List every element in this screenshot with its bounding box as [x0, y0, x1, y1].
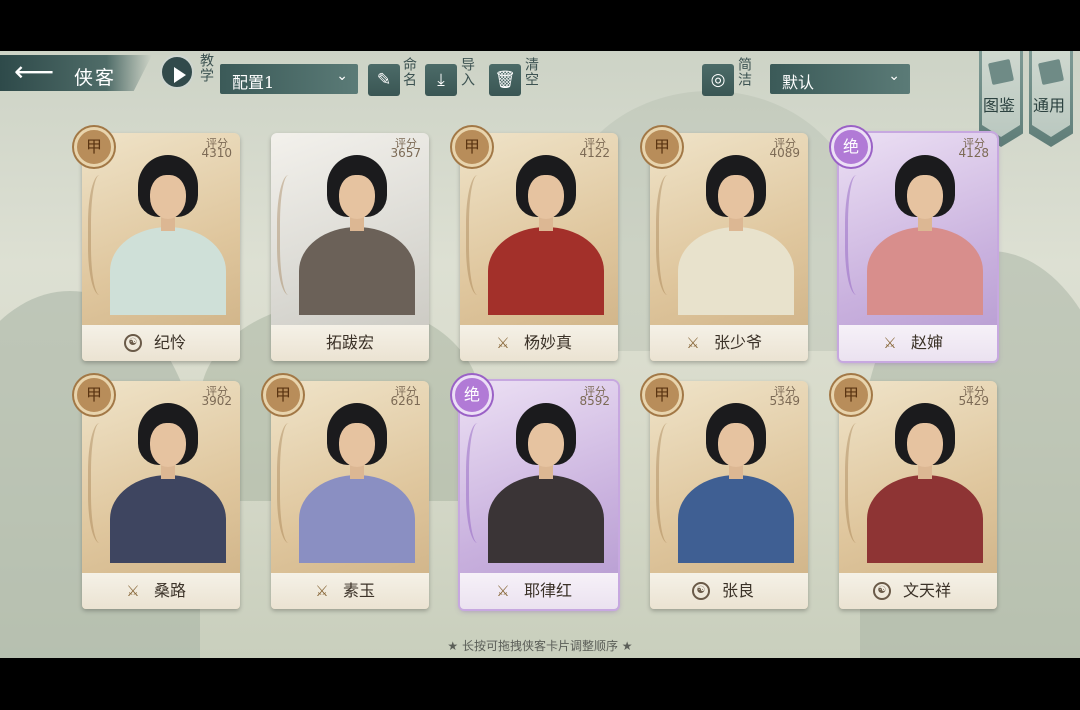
sort-select[interactable]: 默认 ⌄: [770, 64, 910, 94]
score-value: 5429: [958, 394, 989, 408]
rank-badge: 绝: [831, 127, 871, 167]
rank-badge: 绝: [452, 375, 492, 415]
rank-badge: 甲: [452, 127, 492, 167]
hero-portrait: [297, 147, 417, 315]
hero-card[interactable]: 评分 4089 甲 ⚔ 张少爷: [642, 127, 808, 361]
config-select[interactable]: 配置1 ⌄: [220, 64, 358, 94]
score-value: 4089: [769, 146, 800, 160]
score-value: 4128: [958, 146, 989, 160]
import-label: 导入: [459, 57, 475, 87]
brush-icon: ✎: [376, 70, 392, 90]
game-screen: ⟵ 侠客 教学 配置1 ⌄ ✎ 命名 ⤓ 导入 🗑 清空 ◎ 简洁 默认 ⌄ 图…: [0, 51, 1080, 658]
score-value: 3657: [390, 146, 421, 160]
scroll-icon: [1037, 58, 1065, 86]
rank-badge: 甲: [642, 375, 682, 415]
rename-label: 命名: [401, 57, 417, 87]
general-tab[interactable]: 通用: [1029, 51, 1073, 147]
hero-card[interactable]: 评分 6261 甲 ⚔ 素玉: [263, 375, 429, 609]
rank-badge: 甲: [74, 375, 114, 415]
play-icon: [160, 55, 194, 89]
clear-button[interactable]: 🗑: [489, 64, 521, 96]
score-value: 8592: [579, 394, 610, 408]
chevron-down-icon: ⌄: [888, 68, 900, 84]
tutorial-label: 教学: [198, 53, 214, 83]
hero-card[interactable]: 评分 3657 拓跋宏: [271, 133, 429, 361]
rank-badge: 甲: [263, 375, 303, 415]
hero-portrait: [676, 395, 796, 563]
config-select-value: 配置1: [232, 73, 275, 92]
hero-name: 素玉: [342, 581, 375, 600]
hero-portrait: [865, 147, 985, 315]
back-button[interactable]: ⟵ 侠客: [0, 55, 152, 91]
rank-badge: 甲: [831, 375, 871, 415]
simple-mode-button[interactable]: ◎: [702, 64, 734, 96]
footer-hint: ★ 长按可拖拽侠客卡片调整顺序 ★: [447, 639, 633, 653]
hero-card[interactable]: 评分 4310 甲 ☯ 纪怜: [74, 127, 240, 361]
hero-portrait: [486, 395, 606, 563]
rank-badge: 甲: [74, 127, 114, 167]
hero-card[interactable]: 评分 5349 甲 ☯ 张良: [642, 375, 808, 609]
hero-card[interactable]: 评分 4128 绝 ⚔ 赵婶: [831, 127, 997, 361]
hero-name: 文天祥: [902, 581, 951, 600]
hero-portrait: [108, 395, 228, 563]
hero-card[interactable]: 评分 3902 甲 ⚔ 桑路: [74, 375, 240, 609]
hero-card[interactable]: 评分 5429 甲 ☯ 文天祥: [831, 375, 997, 609]
hero-name: 赵婶: [910, 333, 943, 352]
sort-select-value: 默认: [782, 73, 815, 92]
rename-button[interactable]: ✎: [368, 64, 400, 96]
rank-badge: 甲: [642, 127, 682, 167]
score-value: 4122: [579, 146, 610, 160]
hero-portrait: [676, 147, 796, 315]
hero-name: 张少爷: [713, 333, 762, 352]
hero-name: 拓跋宏: [325, 333, 374, 352]
hero-name: 桑路: [153, 581, 186, 600]
codex-label: 图鉴: [983, 96, 1016, 115]
trash-icon: 🗑: [494, 70, 516, 90]
eye-off-icon: ◎: [710, 70, 726, 90]
hero-card[interactable]: 评分 4122 甲 ⚔ 杨妙真: [452, 127, 618, 361]
simple-mode-label: 简洁: [736, 57, 752, 87]
general-label: 通用: [1033, 96, 1066, 115]
import-button[interactable]: ⤓: [425, 64, 457, 96]
score-value: 6261: [390, 394, 421, 408]
page-title: 侠客: [74, 67, 117, 89]
clear-label: 清空: [523, 57, 539, 87]
arrow-left-icon: ⟵: [14, 55, 55, 88]
chevron-down-icon: ⌄: [336, 68, 348, 84]
download-icon: ⤓: [437, 70, 445, 90]
book-icon: [987, 58, 1015, 86]
hero-portrait: [297, 395, 417, 563]
hero-name: 张良: [721, 581, 754, 600]
hero-card[interactable]: 评分 8592 绝 ⚔ 耶律红: [452, 375, 618, 609]
hero-portrait: [865, 395, 985, 563]
tutorial-button[interactable]: 教学: [160, 53, 216, 93]
hero-portrait: [486, 147, 606, 315]
hero-name: 纪怜: [153, 333, 186, 352]
score-value: 3902: [201, 394, 232, 408]
hero-name: 杨妙真: [523, 333, 572, 352]
score-value: 4310: [201, 146, 232, 160]
score-value: 5349: [769, 394, 800, 408]
hero-portrait: [108, 147, 228, 315]
hero-name: 耶律红: [523, 581, 572, 600]
